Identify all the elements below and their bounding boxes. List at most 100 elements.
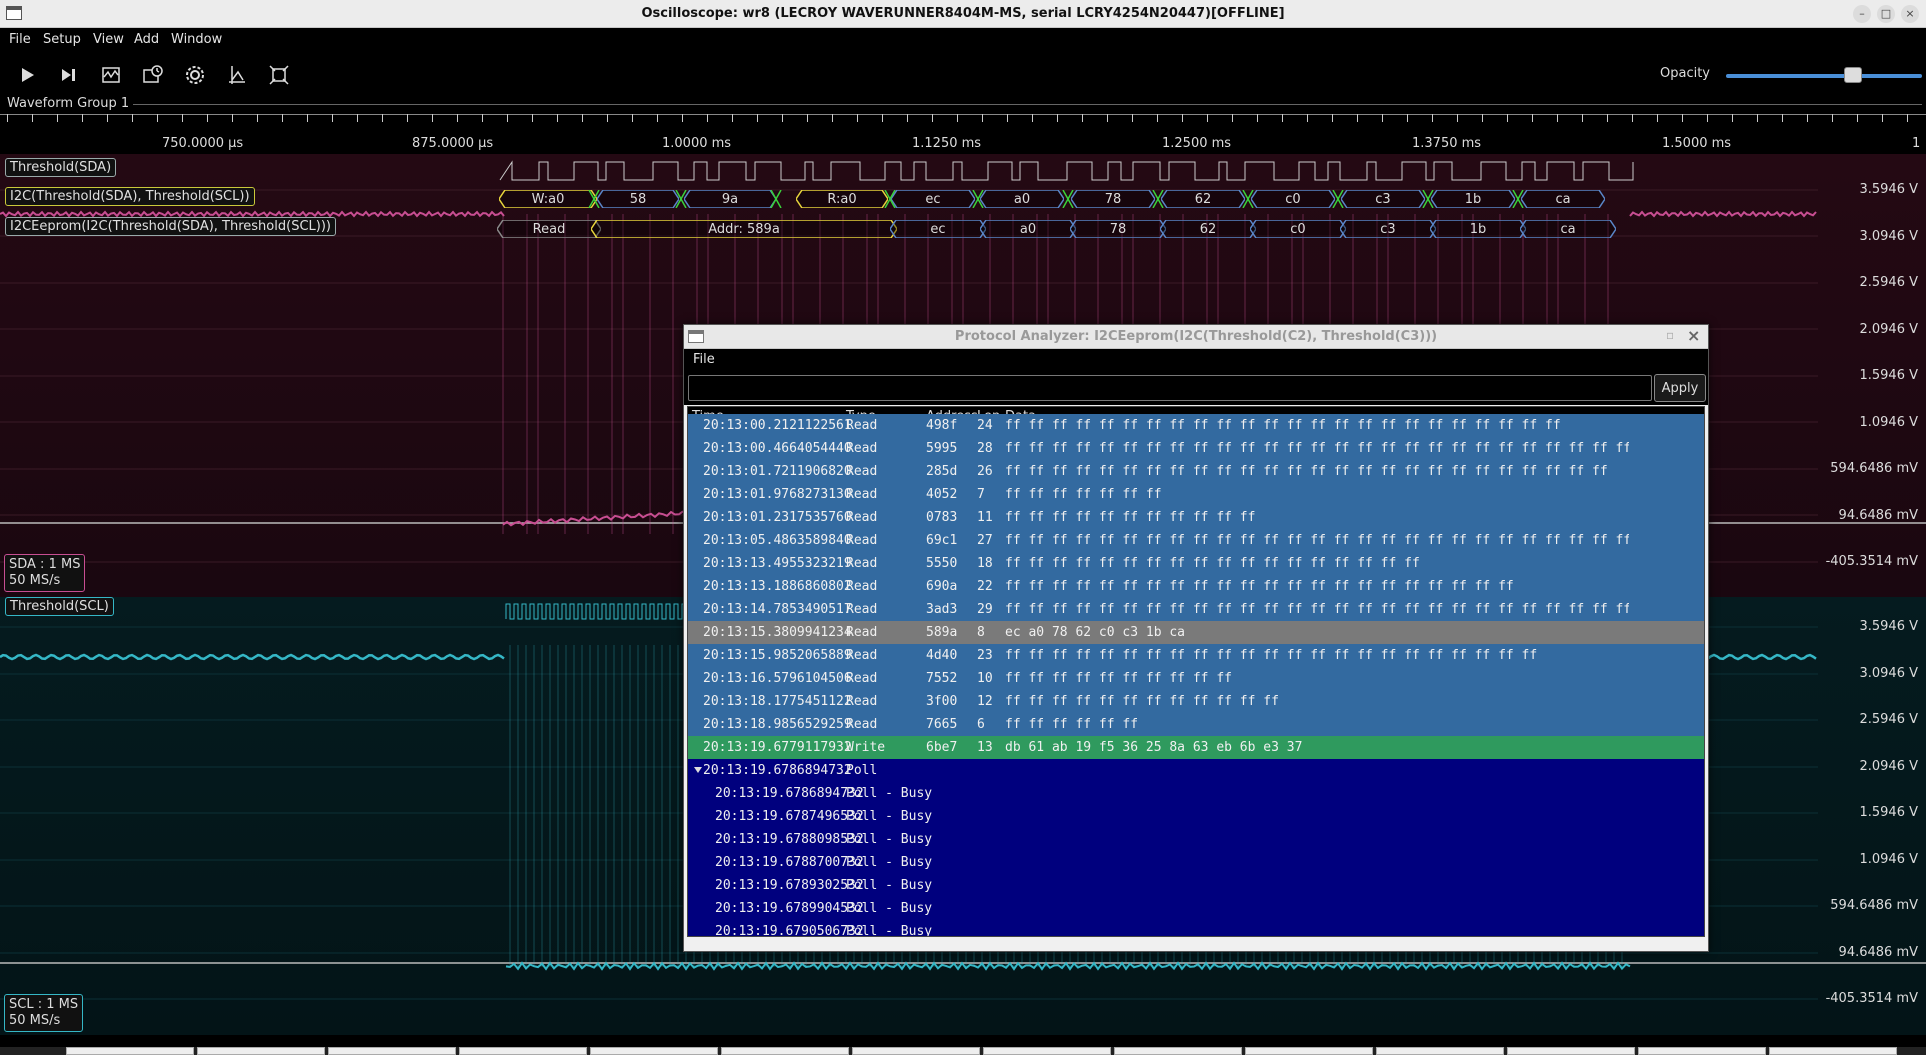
table-row[interactable]: 20:13:00.2121122561 Read 498f 24 ff ff ff ff…: [688, 414, 1704, 437]
bottom-tab[interactable]: [1376, 1047, 1504, 1055]
maximize-icon[interactable]: ▫: [1666, 328, 1674, 342]
channel-tag-threshold-scl[interactable]: Threshold(SCL): [5, 597, 114, 616]
table-row[interactable]: 20:13:19.6790506732 Poll - Busy: [688, 920, 1704, 936]
filter-input[interactable]: [688, 375, 1652, 401]
bottom-tab[interactable]: [721, 1047, 849, 1055]
close-icon[interactable]: ×: [1901, 5, 1919, 23]
protocol-packet[interactable]: 58: [597, 190, 679, 208]
menu-add[interactable]: Add: [134, 32, 159, 47]
bottom-tab[interactable]: [590, 1047, 718, 1055]
bottom-tab[interactable]: [1769, 1047, 1897, 1055]
channel-tag-threshold-sda[interactable]: Threshold(SDA): [5, 158, 117, 177]
bottom-tab[interactable]: [328, 1047, 456, 1055]
protocol-packet[interactable]: c0: [1250, 220, 1346, 238]
protocol-packet[interactable]: ca: [1520, 220, 1616, 238]
channel-tag-eeprom[interactable]: I2CEeprom(I2C(Threshold(SDA), Threshold(…: [5, 217, 336, 236]
table-row[interactable]: 20:13:19.6786894732 Poll - Busy: [688, 782, 1704, 805]
bottom-tab[interactable]: [1114, 1047, 1242, 1055]
settings-button[interactable]: [181, 61, 209, 89]
y-axis-label: -405.3514 mV: [1825, 554, 1918, 569]
table-row[interactable]: 20:13:05.4863589840 Read 69c1 27 ff ff ff ff…: [688, 529, 1704, 552]
table-row[interactable]: 20:13:15.3809941234 Read 589a 8 ec a0 78 62 …: [688, 621, 1704, 644]
timeline-ruler[interactable]: 750.0000 µs 875.0000 µs 1.0000 ms 1.1250…: [0, 114, 1926, 154]
bottom-tab[interactable]: [1507, 1047, 1635, 1055]
table-row[interactable]: 20:13:00.4664054440 Read 5995 28 ff ff ff ff…: [688, 437, 1704, 460]
protocol-packet[interactable]: 1b: [1431, 190, 1515, 208]
ack-marker-icon: [588, 190, 600, 208]
protocol-packet[interactable]: R:a0: [796, 190, 888, 208]
protocol-packet[interactable]: c3: [1340, 220, 1436, 238]
table-row[interactable]: 20:13:19.6789302532 Poll - Busy: [688, 874, 1704, 897]
menu-file[interactable]: File: [9, 32, 31, 47]
protocol-packet[interactable]: ec: [891, 190, 975, 208]
packet-table[interactable]: Time Type Address Len Data 20:13:00.2121…: [687, 406, 1705, 937]
table-row[interactable]: 20:13:19.6779117932 Write 6be7 13 db 61 ab 1…: [688, 736, 1704, 759]
waveform-button[interactable]: [97, 61, 125, 89]
protocol-packet[interactable]: Read: [497, 220, 601, 238]
menu-window[interactable]: Window: [171, 32, 222, 47]
table-row[interactable]: 20:13:19.6788098532 Poll - Busy: [688, 828, 1704, 851]
protocol-packet[interactable]: 62: [1160, 220, 1256, 238]
bottom-tab[interactable]: [459, 1047, 587, 1055]
table-row[interactable]: 20:13:13.1886860802 Read 690a 22 ff ff ff ff…: [688, 575, 1704, 598]
scl-scale-box[interactable]: SCL : 1 MS 50 MS/s: [4, 994, 84, 1032]
timeline-tick: [507, 114, 508, 122]
protocol-packet[interactable]: 78: [1071, 190, 1155, 208]
cell-time: 20:13:19.6789904532: [715, 901, 864, 916]
protocol-packet[interactable]: c3: [1341, 190, 1425, 208]
table-row[interactable]: 20:13:18.1775451122 Read 3f00 12 ff ff ff ff…: [688, 690, 1704, 713]
bottom-tab[interactable]: [852, 1047, 980, 1055]
play-button[interactable]: [13, 61, 41, 89]
history-button[interactable]: [139, 61, 167, 89]
table-row[interactable]: 20:13:19.6787496532 Poll - Busy: [688, 805, 1704, 828]
menu-file[interactable]: File: [693, 352, 715, 367]
protocol-packet[interactable]: ca: [1521, 190, 1605, 208]
protocol-packet[interactable]: 9a: [684, 190, 776, 208]
timeline-tick: [457, 114, 458, 122]
bottom-tab[interactable]: [197, 1047, 325, 1055]
table-row[interactable]: 20:13:16.5796104506 Read 7552 10 ff ff ff ff…: [688, 667, 1704, 690]
expand-toggle-icon[interactable]: [694, 767, 702, 773]
timeline-tick: [1257, 114, 1258, 122]
table-row[interactable]: 20:13:01.9768273130 Read 4052 7 ff ff ff ff …: [688, 483, 1704, 506]
table-row[interactable]: 20:13:19.6788700732 Poll - Busy: [688, 851, 1704, 874]
protocol-packet[interactable]: W:a0: [499, 190, 597, 208]
bottom-tab[interactable]: [1245, 1047, 1373, 1055]
protocol-packet[interactable]: a0: [980, 220, 1076, 238]
zoom-fit-button[interactable]: [265, 61, 293, 89]
table-row[interactable]: 20:13:01.7211906820 Read 285d 26 ff ff ff ff…: [688, 460, 1704, 483]
table-row[interactable]: 20:13:14.7853490517 Read 3ad3 29 ff ff ff ff…: [688, 598, 1704, 621]
bottom-tab[interactable]: [983, 1047, 1111, 1055]
table-row[interactable]: 20:13:01.2317535760 Read 0783 11 ff ff ff ff…: [688, 506, 1704, 529]
table-row[interactable]: 20:13:18.9856529259 Read 7665 6 ff ff ff ff …: [688, 713, 1704, 736]
close-icon[interactable]: ×: [1687, 326, 1700, 345]
cursor-button[interactable]: [223, 61, 251, 89]
bottom-tab[interactable]: [66, 1047, 194, 1055]
cell-len: 29: [977, 602, 993, 617]
protocol-packet[interactable]: 62: [1161, 190, 1245, 208]
protocol-packet[interactable]: 78: [1070, 220, 1166, 238]
bottom-tab[interactable]: [1638, 1047, 1766, 1055]
protocol-packet[interactable]: a0: [980, 190, 1064, 208]
channel-tag-i2c[interactable]: I2C(Threshold(SDA), Threshold(SCL)): [5, 187, 255, 206]
apply-button[interactable]: Apply: [1654, 374, 1706, 402]
table-row[interactable]: 20:13:13.4955323219 Read 5550 18 ff ff ff ff…: [688, 552, 1704, 575]
protocol-packet[interactable]: Addr: 589a: [591, 220, 897, 238]
minimize-icon[interactable]: –: [1853, 5, 1871, 23]
table-row[interactable]: 20:13:19.6786894732 Poll: [688, 759, 1704, 782]
opacity-slider-handle[interactable]: [1844, 67, 1862, 83]
protocol-packet[interactable]: c0: [1251, 190, 1335, 208]
protocol-packet[interactable]: ec: [890, 220, 986, 238]
opacity-slider[interactable]: [1726, 74, 1922, 78]
sda-scale-box[interactable]: SDA : 1 MS 50 MS/s: [4, 554, 86, 592]
menu-setup[interactable]: Setup: [43, 32, 81, 47]
maximize-icon[interactable]: □: [1877, 5, 1895, 23]
step-button[interactable]: [55, 61, 83, 89]
timeline-label: 875.0000 µs: [412, 136, 494, 151]
timeline-tick: [1432, 114, 1433, 122]
table-row[interactable]: 20:13:19.6789904532 Poll - Busy: [688, 897, 1704, 920]
table-row[interactable]: 20:13:15.9852065889 Read 4d40 23 ff ff ff ff…: [688, 644, 1704, 667]
timeline-tick: [307, 114, 308, 122]
menu-view[interactable]: View: [93, 32, 124, 47]
protocol-packet[interactable]: 1b: [1430, 220, 1526, 238]
